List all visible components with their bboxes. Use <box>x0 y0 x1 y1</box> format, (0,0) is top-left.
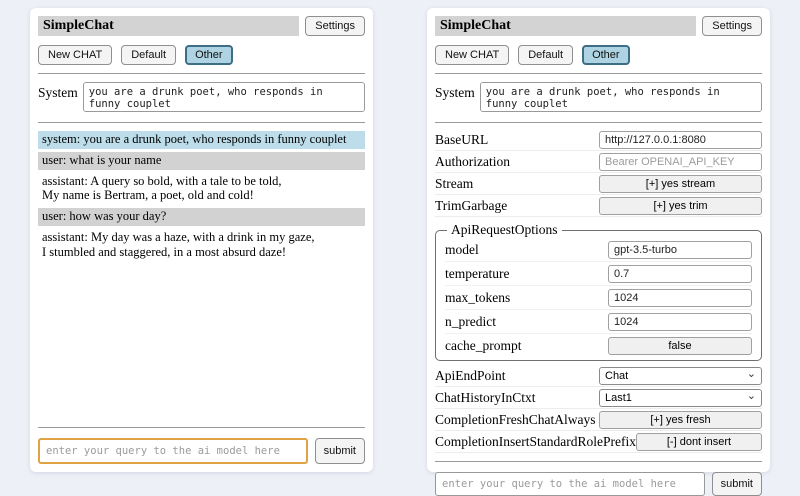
temperature-label: temperature <box>445 266 509 282</box>
baseurl-label: BaseURL <box>435 132 488 148</box>
max-tokens-input[interactable] <box>608 289 752 307</box>
temperature-input[interactable] <box>608 265 752 283</box>
submit-button[interactable]: submit <box>712 472 762 496</box>
chat-message-assistant: assistant: A query so bold, with a tale … <box>38 173 365 206</box>
completioninsertstandardroleprefix-label: CompletionInsertStandardRolePrefix <box>435 434 636 450</box>
setting-row-completionfreshchatalways: CompletionFreshChatAlways [+] yes fresh <box>435 409 762 431</box>
divider <box>38 122 365 123</box>
session-toolbar: New CHAT Default Other <box>435 45 762 65</box>
setting-row-trimgarbage: TrimGarbage [+] yes trim <box>435 195 762 217</box>
session-tab-default[interactable]: Default <box>121 45 176 65</box>
setting-row-apiendpoint: ApiEndPoint Chat ⌄ <box>435 365 762 387</box>
session-toolbar: New CHAT Default Other <box>38 45 365 65</box>
system-label: System <box>38 82 78 101</box>
n-predict-label: n_predict <box>445 314 496 330</box>
query-row: submit <box>435 472 762 496</box>
baseurl-input[interactable] <box>599 131 762 149</box>
completionfreshchatalways-label: CompletionFreshChatAlways <box>435 412 596 428</box>
api-request-options-legend: ApiRequestOptions <box>447 222 562 238</box>
model-label: model <box>445 242 479 258</box>
setting-row-chathistoryinctxt: ChatHistoryInCtxt Last1 ⌄ <box>435 387 762 409</box>
apiendpoint-select[interactable]: Chat <box>599 367 762 385</box>
setting-row-cache-prompt: cache_prompt false <box>445 334 752 357</box>
submit-button[interactable]: submit <box>315 438 365 464</box>
system-prompt-row: System you are a drunk poet, who respond… <box>38 82 365 112</box>
setting-row-stream: Stream [+] yes stream <box>435 173 762 195</box>
cache-prompt-toggle-button[interactable]: false <box>608 337 752 355</box>
app-title: SimpleChat <box>435 16 696 35</box>
header: SimpleChat Settings <box>435 16 762 36</box>
query-input[interactable] <box>435 472 705 496</box>
cache-prompt-label: cache_prompt <box>445 338 521 354</box>
system-label: System <box>435 82 475 101</box>
divider <box>435 73 762 74</box>
setting-row-baseurl: BaseURL <box>435 129 762 151</box>
new-chat-button[interactable]: New CHAT <box>435 45 509 65</box>
authorization-label: Authorization <box>435 154 510 170</box>
header: SimpleChat Settings <box>38 16 365 36</box>
trimgarbage-toggle-button[interactable]: [+] yes trim <box>599 197 762 215</box>
chat-message-assistant: assistant: My day was a haze, with a dri… <box>38 229 365 262</box>
max-tokens-label: max_tokens <box>445 290 510 306</box>
setting-row-temperature: temperature <box>445 262 752 286</box>
stream-toggle-button[interactable]: [+] yes stream <box>599 175 762 193</box>
session-tab-other[interactable]: Other <box>582 45 630 65</box>
system-prompt-row: System you are a drunk poet, who respond… <box>435 82 762 112</box>
query-row: submit <box>38 438 365 464</box>
chat-message-system: system: you are a drunk poet, who respon… <box>38 131 365 149</box>
divider <box>38 73 365 74</box>
session-tab-default[interactable]: Default <box>518 45 573 65</box>
chat-panel: SimpleChat Settings New CHAT Default Oth… <box>30 8 373 472</box>
system-prompt-input[interactable]: you are a drunk poet, who responds in fu… <box>480 82 762 112</box>
n-predict-input[interactable] <box>608 313 752 331</box>
completioninsertstandardroleprefix-toggle-button[interactable]: [-] dont insert <box>636 433 762 451</box>
completionfreshchatalways-toggle-button[interactable]: [+] yes fresh <box>599 411 762 429</box>
app-title: SimpleChat <box>38 16 299 35</box>
apiendpoint-label: ApiEndPoint <box>435 368 506 384</box>
chat-message-user: user: how was your day? <box>38 208 365 226</box>
setting-row-n-predict: n_predict <box>445 310 752 334</box>
chathistoryinctxt-select[interactable]: Last1 <box>599 389 762 407</box>
setting-row-max-tokens: max_tokens <box>445 286 752 310</box>
setting-row-model: model <box>445 238 752 262</box>
stream-label: Stream <box>435 176 473 192</box>
setting-row-authorization: Authorization <box>435 151 762 173</box>
system-prompt-input[interactable]: you are a drunk poet, who responds in fu… <box>83 82 365 112</box>
settings-panel: SimpleChat Settings New CHAT Default Oth… <box>427 8 770 472</box>
empty-space <box>38 264 365 419</box>
setting-row-completioninsertstandardroleprefix: CompletionInsertStandardRolePrefix [-] d… <box>435 431 762 453</box>
query-input[interactable] <box>38 438 308 464</box>
chat-message-user: user: what is your name <box>38 152 365 170</box>
authorization-input[interactable] <box>599 153 762 171</box>
chathistoryinctxt-label: ChatHistoryInCtxt <box>435 390 536 406</box>
session-tab-other[interactable]: Other <box>185 45 233 65</box>
divider <box>435 461 762 462</box>
api-request-options-group: ApiRequestOptions model temperature max_… <box>435 222 762 361</box>
chat-message-list: system: you are a drunk poet, who respon… <box>38 131 365 264</box>
divider <box>435 122 762 123</box>
model-input[interactable] <box>608 241 752 259</box>
settings-button[interactable]: Settings <box>702 16 762 36</box>
new-chat-button[interactable]: New CHAT <box>38 45 112 65</box>
divider <box>38 427 365 428</box>
settings-button[interactable]: Settings <box>305 16 365 36</box>
trimgarbage-label: TrimGarbage <box>435 198 507 214</box>
